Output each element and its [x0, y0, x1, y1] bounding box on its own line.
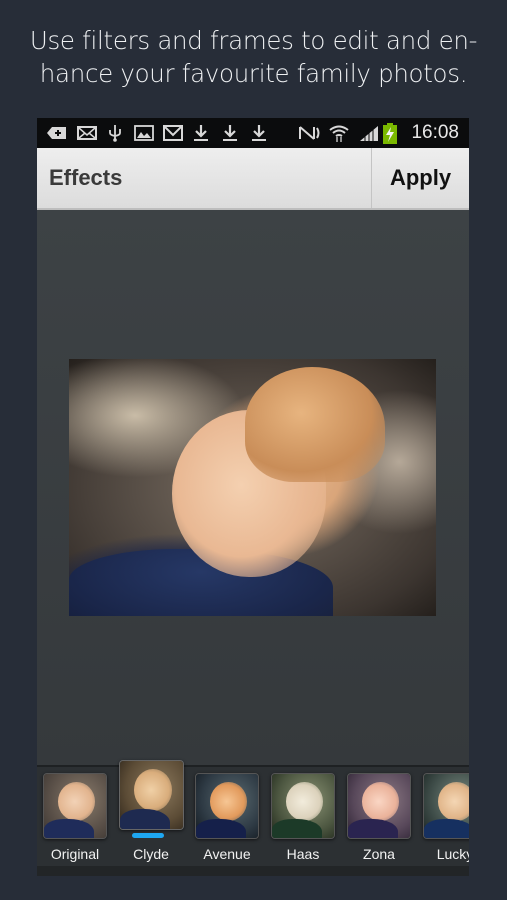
- filter-original[interactable]: Original: [37, 767, 113, 868]
- filter-label: Clyde: [133, 846, 169, 862]
- apply-button[interactable]: Apply: [372, 148, 469, 208]
- phone-screen: 16:08 Effects Apply Original Clyde Avenu…: [37, 118, 469, 876]
- mail-icon: [77, 126, 97, 140]
- photo-subject-hair: [245, 366, 385, 483]
- filter-label: Original: [50, 846, 100, 862]
- filter-lucky[interactable]: Lucky: [417, 767, 469, 868]
- filter-label: Zona: [363, 846, 395, 862]
- selected-indicator: [132, 833, 164, 838]
- filter-thumbnail: [195, 773, 259, 839]
- photo-canvas: [37, 210, 469, 765]
- preview-photo: [69, 359, 436, 616]
- filter-thumbnail: [119, 760, 184, 830]
- download-icon: [252, 125, 266, 141]
- battery-charging-icon: [383, 123, 397, 144]
- usb-icon: [109, 125, 121, 142]
- filter-thumbnail: [347, 773, 411, 839]
- download-icon: [194, 125, 208, 141]
- promo-caption: Use filters and frames to edit and en- h…: [0, 24, 507, 90]
- filter-label: Avenue: [203, 846, 251, 862]
- filter-label: Lucky: [436, 846, 469, 862]
- filter-thumbnail: [423, 773, 469, 839]
- filter-label: Haas: [286, 846, 320, 862]
- action-bar: Effects Apply: [37, 148, 469, 210]
- filter-strip[interactable]: Original Clyde Avenue Haas Zona Luck: [37, 760, 469, 868]
- filter-strip-footer: [37, 866, 469, 876]
- promo-line-2: hance your favourite family photos.: [39, 59, 468, 88]
- gmail-icon: [163, 125, 183, 141]
- gallery-icon: [134, 125, 154, 141]
- wifi-icon: [329, 125, 349, 142]
- promo-line-1: Use filters and frames to edit and en-: [29, 26, 478, 55]
- status-time: 16:08: [411, 122, 459, 143]
- filter-thumbnail: [43, 773, 107, 839]
- signal-icon: [360, 126, 378, 141]
- nfc-icon: [299, 126, 320, 140]
- add-notification-icon: [47, 127, 66, 139]
- filter-thumbnail: [271, 773, 335, 839]
- download-icon: [223, 125, 237, 141]
- status-bar: 16:08: [37, 118, 469, 148]
- filter-zona[interactable]: Zona: [341, 767, 417, 868]
- filter-haas[interactable]: Haas: [265, 767, 341, 868]
- filter-avenue[interactable]: Avenue: [189, 767, 265, 868]
- screen-title: Effects: [49, 165, 123, 190]
- filter-clyde[interactable]: Clyde: [113, 760, 189, 868]
